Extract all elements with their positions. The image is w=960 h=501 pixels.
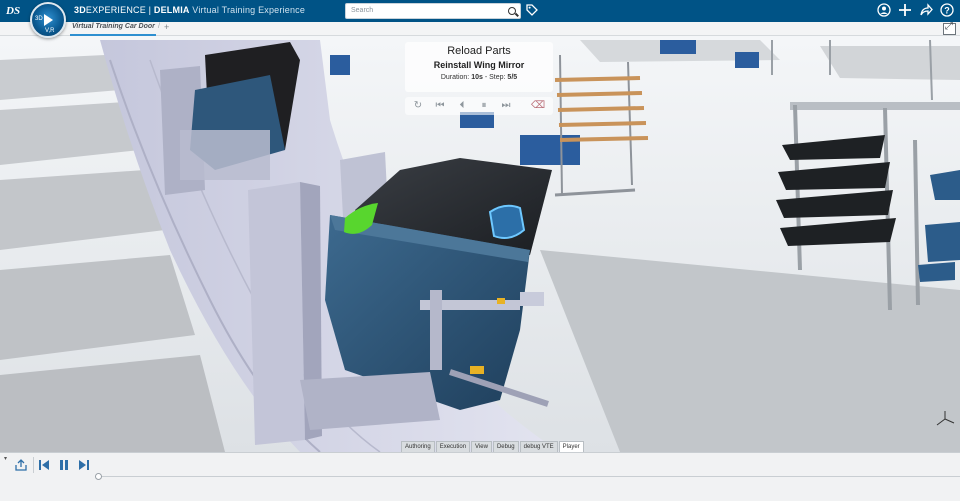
export-icon[interactable] bbox=[14, 458, 28, 472]
ds-logo-icon: DS bbox=[6, 5, 21, 17]
toolbar-divider bbox=[33, 457, 34, 473]
tab-debug-vte[interactable]: debug VTE bbox=[519, 441, 558, 452]
step-info-panel: Reload Parts Reinstall Wing Mirror Durat… bbox=[405, 42, 553, 92]
axis-triad-icon bbox=[936, 411, 955, 426]
add-tab-button[interactable]: + bbox=[164, 22, 169, 32]
user-icon[interactable] bbox=[876, 3, 892, 19]
fit-all-icon[interactable] bbox=[943, 21, 956, 35]
skip-forward-icon[interactable]: ⏭ bbox=[499, 100, 513, 112]
fixture-pillar bbox=[248, 182, 305, 445]
tag-icon[interactable] bbox=[526, 4, 538, 16]
tab-bar: Virtual Training Car Door / + bbox=[0, 22, 960, 36]
step-title: Reload Parts bbox=[447, 45, 511, 57]
brand-title: 3DEXPERIENCE | DELMIA Virtual Training E… bbox=[74, 5, 305, 15]
search-icon[interactable] bbox=[508, 7, 516, 15]
share-icon[interactable] bbox=[918, 3, 934, 19]
step-meta: Duration: 10s - Step: 5/5 bbox=[440, 74, 518, 81]
skip-back-icon[interactable]: ⏮ bbox=[433, 100, 447, 112]
play-icon bbox=[44, 14, 53, 26]
tab-execution[interactable]: Execution bbox=[435, 441, 471, 452]
brand-delmia: DELMIA bbox=[153, 5, 190, 15]
svg-text:?: ? bbox=[944, 5, 950, 15]
tab-virtual-training-car-door[interactable]: Virtual Training Car Door bbox=[72, 23, 155, 30]
wing-mirror-target bbox=[488, 204, 526, 239]
top-bar: DS 3D V,R 3DEXPERIENCE | DELMIA Virtual … bbox=[0, 0, 960, 38]
tab-view[interactable]: View bbox=[471, 441, 492, 452]
pause-icon[interactable]: ⏸ bbox=[477, 100, 491, 112]
step-controls: ↻ ⏮ ⏴ ⏸ ⏭ ⌫ bbox=[405, 97, 553, 115]
mode-tabs: Authoring Execution View Debug debug VTE… bbox=[401, 441, 585, 452]
step-back-icon[interactable]: ⏴ bbox=[455, 100, 469, 112]
help-icon[interactable]: ? bbox=[939, 3, 955, 19]
collapse-panel-button[interactable]: ▾ bbox=[4, 455, 7, 462]
timeline-panel: ▾ bbox=[0, 452, 960, 501]
timeline-track[interactable] bbox=[98, 476, 960, 477]
compass-3d-label: 3D bbox=[35, 16, 43, 22]
pause-icon[interactable] bbox=[58, 459, 70, 471]
timeline-scrubber[interactable] bbox=[95, 473, 102, 480]
tab-separator: / bbox=[158, 23, 160, 30]
duration-label: Duration: bbox=[440, 74, 470, 81]
step-label: Step: bbox=[489, 74, 506, 81]
step-back-icon[interactable] bbox=[38, 459, 50, 471]
search-input[interactable]: Search bbox=[345, 3, 521, 19]
app-name: Virtual Training Experience bbox=[192, 5, 306, 15]
restart-icon[interactable]: ↻ bbox=[411, 100, 425, 112]
eraser-icon[interactable]: ⌫ bbox=[531, 100, 545, 112]
brand-experience: EXPERIENCE bbox=[85, 5, 146, 15]
brand-separator: | bbox=[145, 5, 154, 15]
step-value: 5/5 bbox=[507, 74, 518, 81]
search-placeholder: Search bbox=[351, 7, 374, 14]
add-icon[interactable] bbox=[897, 3, 913, 19]
compass-button[interactable]: 3D V,R bbox=[30, 2, 66, 38]
brand-3d: 3D bbox=[74, 5, 86, 15]
tab-player[interactable]: Player bbox=[558, 441, 584, 452]
tab-debug[interactable]: Debug bbox=[492, 441, 519, 452]
tab-authoring[interactable]: Authoring bbox=[401, 441, 435, 452]
duration-value: 10s bbox=[471, 74, 483, 81]
step-forward-icon[interactable] bbox=[78, 459, 90, 471]
compass-version-label: V,R bbox=[45, 28, 55, 34]
step-subtitle: Reinstall Wing Mirror bbox=[433, 60, 525, 70]
